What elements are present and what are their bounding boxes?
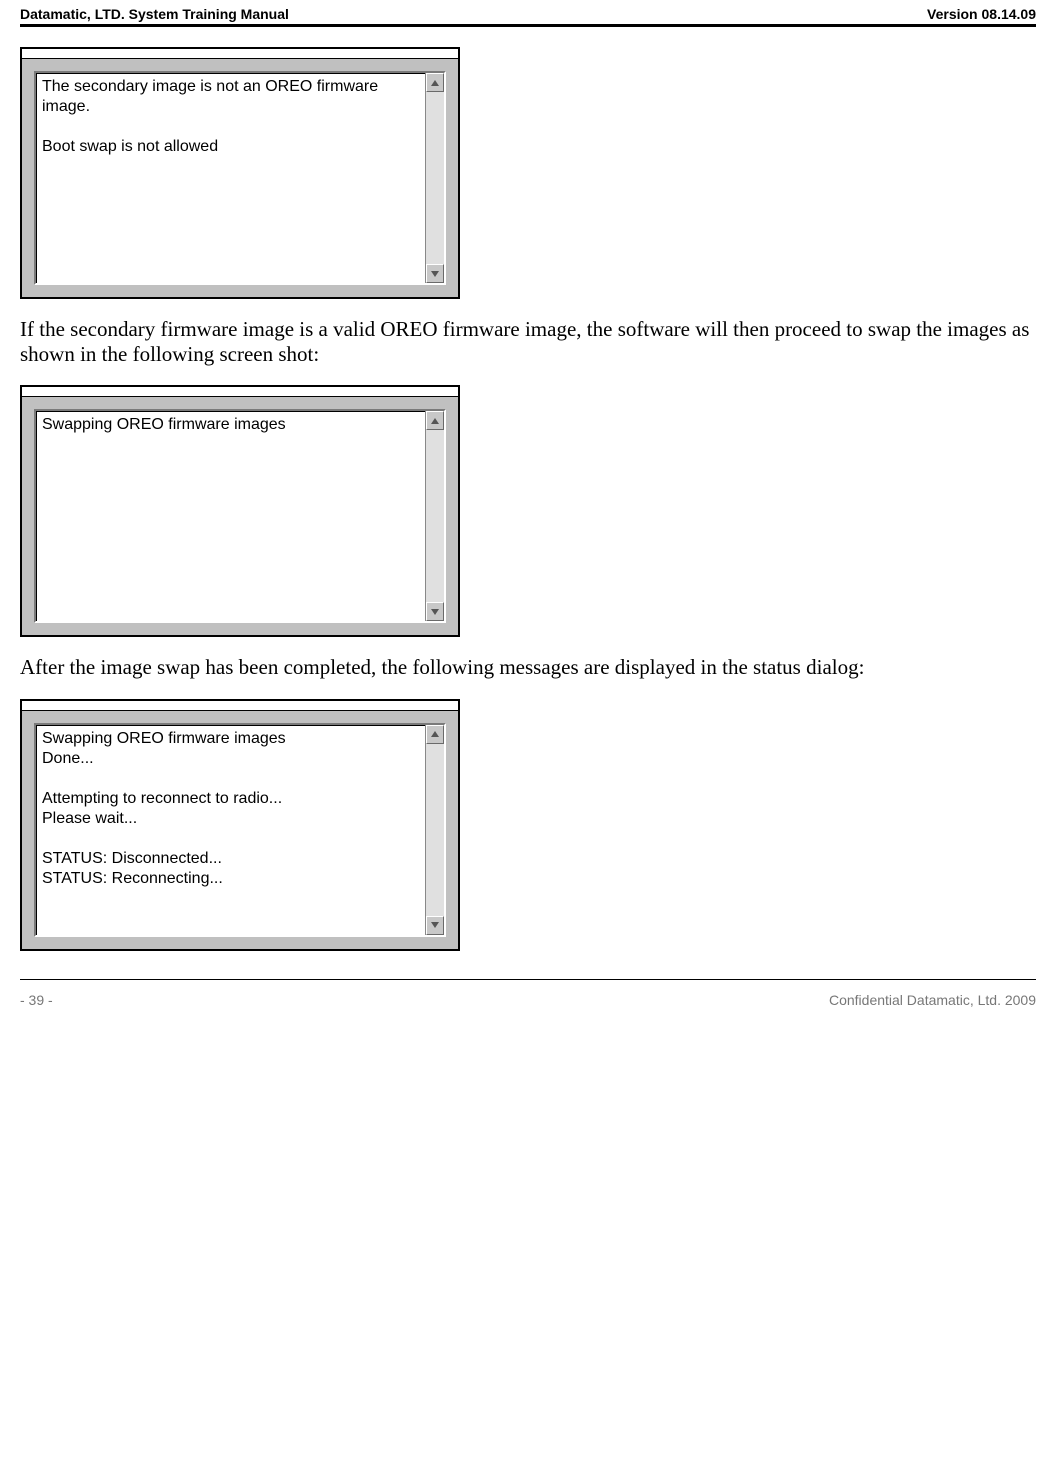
- status-text: Swapping OREO firmware images: [36, 411, 425, 621]
- scrollbar[interactable]: [425, 725, 444, 935]
- status-text: The secondary image is not an OREO firmw…: [36, 73, 425, 283]
- dialog-body: The secondary image is not an OREO firmw…: [22, 59, 458, 297]
- dialog-titlebar: [22, 701, 458, 711]
- footer-confidential: Confidential Datamatic, Ltd. 2009: [829, 992, 1036, 1008]
- chevron-up-icon: [431, 80, 439, 86]
- chevron-up-icon: [431, 731, 439, 737]
- status-dialog-1: The secondary image is not an OREO firmw…: [20, 47, 460, 299]
- text-area-frame: Swapping OREO firmware images Done... At…: [34, 723, 446, 937]
- dialog-body: Swapping OREO firmware images Done... At…: [22, 711, 458, 949]
- scroll-up-button[interactable]: [426, 411, 444, 430]
- scroll-up-button[interactable]: [426, 73, 444, 92]
- scrollbar[interactable]: [425, 73, 444, 283]
- chevron-down-icon: [431, 922, 439, 928]
- dialog-body: Swapping OREO firmware images: [22, 397, 458, 635]
- scroll-down-button[interactable]: [426, 602, 444, 621]
- status-text: Swapping OREO firmware images Done... At…: [36, 725, 425, 935]
- page-number: - 39 -: [20, 992, 53, 1008]
- chevron-down-icon: [431, 271, 439, 277]
- paragraph-1: If the secondary firmware image is a val…: [20, 317, 1036, 367]
- paragraph-2: After the image swap has been completed,…: [20, 655, 1036, 680]
- status-dialog-2: Swapping OREO firmware images: [20, 385, 460, 637]
- header-rule: [20, 24, 1036, 27]
- header-left: Datamatic, LTD. System Training Manual: [20, 6, 289, 22]
- scrollbar[interactable]: [425, 411, 444, 621]
- text-area-frame: The secondary image is not an OREO firmw…: [34, 71, 446, 285]
- status-dialog-3: Swapping OREO firmware images Done... At…: [20, 699, 460, 951]
- page-footer: - 39 - Confidential Datamatic, Ltd. 2009: [20, 980, 1036, 1018]
- chevron-down-icon: [431, 609, 439, 615]
- header-right: Version 08.14.09: [927, 6, 1036, 22]
- chevron-up-icon: [431, 418, 439, 424]
- scroll-up-button[interactable]: [426, 725, 444, 744]
- dialog-titlebar: [22, 387, 458, 397]
- document-page: Datamatic, LTD. System Training Manual V…: [0, 0, 1056, 1471]
- scroll-down-button[interactable]: [426, 264, 444, 283]
- scroll-down-button[interactable]: [426, 916, 444, 935]
- dialog-titlebar: [22, 49, 458, 59]
- page-header: Datamatic, LTD. System Training Manual V…: [20, 0, 1036, 24]
- text-area-frame: Swapping OREO firmware images: [34, 409, 446, 623]
